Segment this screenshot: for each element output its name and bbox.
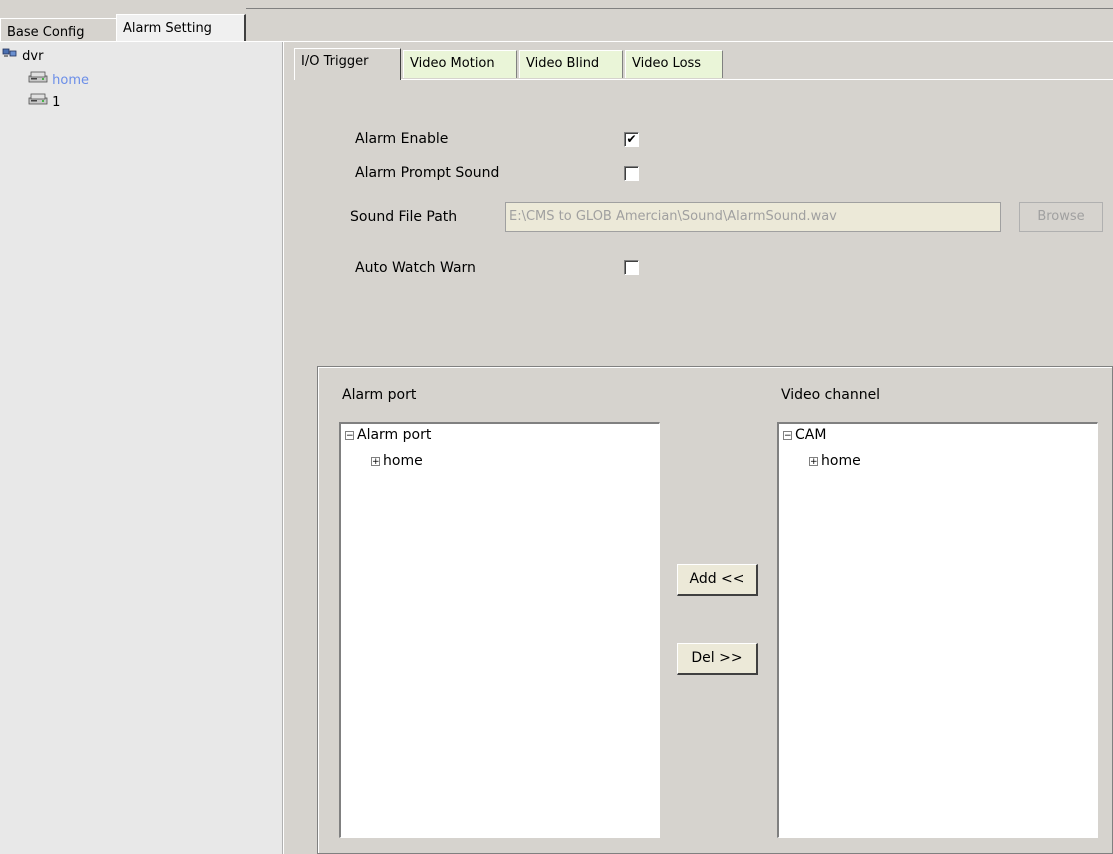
expand-icon[interactable]: + xyxy=(371,456,380,466)
alarm-prompt-sound-label: Alarm Prompt Sound xyxy=(355,165,500,181)
tree-node-alarm-port[interactable]: − Alarm port xyxy=(345,426,431,444)
alarm-enable-label: Alarm Enable xyxy=(355,131,449,147)
top-tab-bar: Base Config Alarm Setting xyxy=(0,0,1113,46)
tab-video-motion[interactable]: Video Motion xyxy=(403,50,517,78)
video-channel-tree[interactable]: − CAM + home xyxy=(777,422,1098,838)
sound-file-path-label: Sound File Path xyxy=(350,209,458,225)
tree-node-label: home xyxy=(821,453,861,469)
tree-root-dvr[interactable]: dvr xyxy=(2,46,43,66)
add-button[interactable]: Add << xyxy=(677,564,758,596)
tree-item-1[interactable]: 1 xyxy=(28,92,60,112)
sound-file-path-input[interactable]: E:\CMS to GLOB Amercian\Sound\AlarmSound… xyxy=(505,202,1001,232)
splitter[interactable] xyxy=(283,42,290,854)
computer-group-icon xyxy=(2,46,18,67)
check-mark-icon: ✔ xyxy=(626,132,637,146)
expand-icon[interactable]: + xyxy=(809,456,818,466)
tree-node-label: Alarm port xyxy=(357,427,432,443)
tree-node-home[interactable]: + home xyxy=(809,452,861,470)
auto-watch-warn-label: Auto Watch Warn xyxy=(355,260,476,276)
tree-item-label: home xyxy=(52,73,89,88)
tab-video-blind[interactable]: Video Blind xyxy=(519,50,623,78)
device-tree[interactable]: dvr home 1 xyxy=(0,42,283,854)
tab-content-border xyxy=(401,79,1113,80)
alarm-link-groupbox: Alarm port Video channel − Alarm port + ho… xyxy=(317,366,1113,854)
dvr-device-icon xyxy=(28,70,48,91)
collapse-icon[interactable]: − xyxy=(345,430,354,440)
tree-node-home[interactable]: + home xyxy=(371,452,423,470)
dvr-device-icon xyxy=(28,92,48,113)
tree-node-label: CAM xyxy=(795,427,827,443)
tree-root-label: dvr xyxy=(22,49,44,64)
alarm-prompt-sound-checkbox[interactable] xyxy=(624,166,639,181)
tree-item-label: 1 xyxy=(52,95,61,110)
tree-node-label: home xyxy=(383,453,423,469)
video-channel-title: Video channel xyxy=(781,387,881,403)
alarm-settings-panel: I/O Trigger Video Motion Video Blind Vid… xyxy=(290,42,1113,854)
del-button[interactable]: Del >> xyxy=(677,643,758,675)
collapse-icon[interactable]: − xyxy=(783,430,792,440)
tab-divider xyxy=(246,8,1113,9)
tree-node-cam[interactable]: − CAM xyxy=(783,426,826,444)
alarm-enable-checkbox[interactable]: ✔ xyxy=(624,132,639,147)
alarm-port-tree[interactable]: − Alarm port + home xyxy=(339,422,660,838)
alarm-port-title: Alarm port xyxy=(342,387,417,403)
tab-io-trigger[interactable]: I/O Trigger xyxy=(294,48,401,80)
auto-watch-warn-checkbox[interactable] xyxy=(624,260,639,275)
tree-item-home[interactable]: home xyxy=(28,70,89,90)
browse-button[interactable]: Browse xyxy=(1019,202,1103,232)
tab-video-loss[interactable]: Video Loss xyxy=(625,50,723,78)
